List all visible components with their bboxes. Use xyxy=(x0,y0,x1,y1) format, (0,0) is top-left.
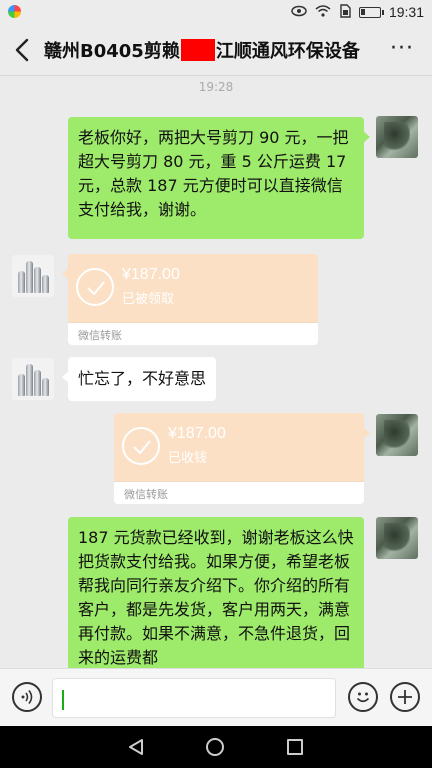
message-input[interactable] xyxy=(52,678,336,718)
more-actions-button[interactable] xyxy=(390,682,420,712)
transfer-label: 微信转账 xyxy=(78,329,122,342)
nav-back-icon[interactable] xyxy=(127,738,145,756)
system-nav-bar xyxy=(0,726,432,768)
status-icons: 19:31 xyxy=(291,3,424,21)
nav-recents-icon[interactable] xyxy=(287,739,303,755)
nav-home-icon[interactable] xyxy=(206,738,224,756)
chevron-left-icon xyxy=(15,38,29,62)
chat-messages[interactable]: 19:28 老板你好，两把大号剪刀 90 元，一把超大号剪刀 80 元，重 5 … xyxy=(0,76,432,668)
self-avatar[interactable] xyxy=(376,116,418,158)
chat-title: 赣州B0405剪赖 江顺通风环保设备 xyxy=(44,38,360,62)
emoji-button[interactable] xyxy=(348,682,378,712)
redaction-block xyxy=(180,39,215,61)
message-timestamp: 19:28 xyxy=(198,80,234,94)
status-bar: 19:31 xyxy=(0,0,432,24)
voice-icon xyxy=(21,690,33,704)
sim-icon xyxy=(339,3,351,21)
eye-icon xyxy=(291,5,307,20)
message-bubble-self[interactable]: 老板你好，两把大号剪刀 90 元，一把超大号剪刀 80 元，重 5 公斤运费 1… xyxy=(68,117,370,239)
battery-icon xyxy=(358,6,384,18)
transfer-status: 已被领取 xyxy=(122,292,175,307)
back-button[interactable] xyxy=(12,37,36,63)
smile-icon xyxy=(356,692,370,703)
plus-icon xyxy=(398,690,412,704)
chat-header: 赣州B0405剪赖 江顺通风环保设备 ··· xyxy=(0,24,432,76)
message-text: 老板你好，两把大号剪刀 90 元，一把超大号剪刀 80 元，重 5 公斤运费 1… xyxy=(78,128,349,219)
transfer-label: 微信转账 xyxy=(124,488,168,501)
voice-button[interactable] xyxy=(12,682,42,712)
chat-title-prefix: 赣州B0405剪赖 xyxy=(44,41,180,62)
status-time: 19:31 xyxy=(388,4,424,20)
transfer-card-received[interactable]: ¥187.00 已被领取 微信转账 xyxy=(62,254,318,345)
app-notification-icon xyxy=(8,5,21,18)
input-bar xyxy=(0,668,432,726)
transfer-amount: ¥187.00 xyxy=(122,266,180,283)
message-bubble-self[interactable]: 187 元货款已经收到，谢谢老板这么快把货款支付给我。如果方便，希望老板帮我向同… xyxy=(68,517,364,668)
self-avatar[interactable] xyxy=(376,517,418,559)
check-circle-icon xyxy=(122,427,160,465)
message-bubble-other[interactable]: 忙忘了，不好意思 xyxy=(61,357,217,401)
transfer-amount: ¥187.00 xyxy=(168,425,226,442)
text-cursor xyxy=(62,690,64,710)
message-text: 忙忘了，不好意思 xyxy=(78,369,207,388)
wifi-icon xyxy=(315,4,331,20)
self-avatar[interactable] xyxy=(376,414,418,456)
transfer-status: 已收钱 xyxy=(168,451,208,466)
contact-avatar[interactable] xyxy=(12,358,54,400)
message-text: 187 元货款已经收到，谢谢老板这么快把货款支付给我。如果方便，希望老板帮我向同… xyxy=(78,528,354,667)
check-circle-icon xyxy=(76,268,114,306)
contact-avatar[interactable] xyxy=(12,255,54,297)
chat-title-suffix: 江顺通风环保设备 xyxy=(215,41,360,62)
transfer-card-sent[interactable]: ¥187.00 已收钱 微信转账 xyxy=(114,413,370,504)
more-button[interactable]: ··· xyxy=(390,38,414,60)
